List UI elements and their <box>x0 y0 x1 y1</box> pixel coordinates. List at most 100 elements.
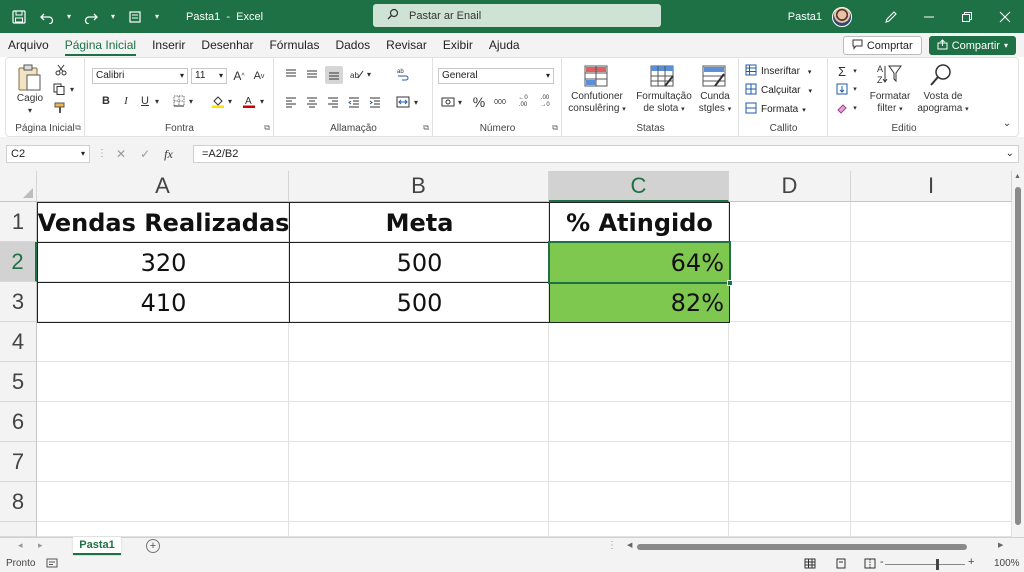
scroll-up-icon[interactable]: ▲ <box>1014 173 1021 180</box>
cut-icon[interactable] <box>54 63 68 77</box>
redo-icon[interactable] <box>80 6 102 28</box>
empty-cell[interactable] <box>549 402 729 442</box>
empty-cell[interactable] <box>37 442 289 482</box>
column-header-i[interactable]: I <box>851 171 1012 202</box>
select-all-button[interactable] <box>0 171 37 202</box>
find-select-button[interactable]: Vosta de apograma ▾ <box>915 91 971 116</box>
sort-filter-button[interactable]: Formatar filter ▾ <box>867 91 913 116</box>
pen-icon[interactable] <box>872 0 910 33</box>
zoom-level[interactable]: 100% <box>994 558 1020 569</box>
vertical-scrollbar[interactable]: ▲ <box>1012 171 1024 537</box>
cell-b3[interactable]: 500 <box>289 282 550 323</box>
empty-cell[interactable] <box>851 322 1012 362</box>
empty-cell[interactable] <box>851 242 1012 282</box>
empty-cell[interactable] <box>549 322 729 362</box>
add-sheet-icon[interactable]: + <box>146 539 160 553</box>
scroll-right-icon[interactable]: ▸ <box>38 540 43 551</box>
tab-formulas[interactable]: Fórmulas <box>261 33 327 57</box>
row-header-7[interactable]: 7 <box>0 442 37 482</box>
empty-cell[interactable] <box>851 282 1012 322</box>
format-cells-button[interactable]: Formata ▾ <box>745 102 806 117</box>
align-middle-icon[interactable] <box>305 66 319 82</box>
decrease-indent-icon[interactable] <box>347 94 361 110</box>
find-select-icon[interactable] <box>928 62 958 90</box>
normal-view-icon[interactable] <box>804 558 816 572</box>
column-header-b[interactable]: B <box>289 171 549 202</box>
column-header-a[interactable]: A <box>37 171 289 202</box>
empty-cell[interactable] <box>289 442 549 482</box>
align-bottom-icon[interactable] <box>325 66 343 84</box>
align-right-icon[interactable] <box>326 94 340 110</box>
empty-cell[interactable] <box>729 522 851 537</box>
empty-cell[interactable] <box>37 482 289 522</box>
cell-styles-button[interactable]: Cunda stgles ▾ <box>695 91 735 116</box>
dialog-launcher-icon[interactable]: ⧉ <box>423 123 429 133</box>
chevron-down-icon[interactable]: ▾ <box>187 94 195 108</box>
comma-style-icon[interactable]: 000 <box>492 94 508 110</box>
clear-icon[interactable] <box>835 101 849 115</box>
insert-function-icon[interactable]: fx <box>164 147 173 162</box>
enter-icon[interactable]: ✓ <box>140 147 150 161</box>
wrap-text-icon[interactable]: ab <box>395 66 411 82</box>
save-icon[interactable] <box>8 6 30 28</box>
conditional-formatting-icon[interactable] <box>583 64 613 92</box>
increase-font-icon[interactable]: A ^ <box>232 68 246 84</box>
number-format-dropdown[interactable]: General ▾ <box>438 68 554 84</box>
comments-button[interactable]: Comprtar <box>842 36 922 55</box>
chevron-down-icon[interactable]: ⌄ <box>1006 146 1014 162</box>
empty-cell[interactable] <box>729 362 851 402</box>
accounting-format-icon[interactable] <box>440 94 456 110</box>
format-as-table-icon[interactable] <box>649 64 679 92</box>
increase-decimal-icon[interactable]: ←0.00 <box>514 94 532 110</box>
tab-inserir[interactable]: Inserir <box>144 33 193 57</box>
autosum-icon[interactable]: Σ <box>835 64 849 79</box>
empty-cell[interactable] <box>729 402 851 442</box>
tab-ajuda[interactable]: Ajuda <box>481 33 528 57</box>
horizontal-scrollbar[interactable] <box>627 543 997 551</box>
align-left-icon[interactable] <box>284 94 298 110</box>
close-icon[interactable] <box>986 0 1024 33</box>
ribbon-collapse-icon[interactable]: ⌄ <box>1000 116 1014 130</box>
dialog-launcher-icon[interactable]: ⧉ <box>75 123 81 133</box>
user-name[interactable]: Pasta1 <box>788 11 822 23</box>
empty-cell[interactable] <box>37 322 289 362</box>
paste-icon[interactable] <box>16 63 46 91</box>
empty-cell[interactable] <box>729 202 851 242</box>
font-name-dropdown[interactable]: Calibri ▾ <box>92 68 188 84</box>
underline-icon[interactable]: U <box>139 94 151 108</box>
delete-cells-button[interactable]: Calçuitar ▾ <box>745 83 812 98</box>
tab-arquivo[interactable]: Arquivo <box>0 33 57 57</box>
bold-icon[interactable]: B <box>100 94 112 108</box>
chevron-down-icon[interactable]: ▾ <box>68 82 76 96</box>
row-header-1[interactable]: 1 <box>0 202 37 242</box>
column-header-c[interactable]: C <box>549 171 729 202</box>
empty-cell[interactable] <box>729 282 851 322</box>
empty-cell[interactable] <box>549 482 729 522</box>
borders-icon[interactable] <box>172 94 186 108</box>
hscroll-right-icon[interactable]: ▶ <box>998 541 1003 549</box>
empty-cell[interactable] <box>729 442 851 482</box>
search-box[interactable]: Pastar ar Enail <box>373 4 661 27</box>
cell-styles-icon[interactable] <box>701 64 731 92</box>
fill-handle[interactable] <box>727 280 733 286</box>
align-top-icon[interactable] <box>284 66 298 82</box>
empty-cell[interactable] <box>289 362 549 402</box>
zoom-out-icon[interactable]: - <box>880 556 884 568</box>
empty-cell[interactable] <box>851 362 1012 402</box>
page-layout-icon[interactable] <box>835 558 847 572</box>
cell-a1[interactable]: Vendas Realizadas <box>37 202 290 243</box>
format-as-table-button[interactable]: Formultação de slota ▾ <box>633 91 695 116</box>
empty-cell[interactable] <box>851 442 1012 482</box>
empty-cell[interactable] <box>37 362 289 402</box>
cell-b2[interactable]: 500 <box>289 242 550 283</box>
row-header-4[interactable]: 4 <box>0 322 37 362</box>
chevron-down-icon[interactable]: ▾ <box>24 105 36 117</box>
tab-exibir[interactable]: Exibir <box>435 33 481 57</box>
dialog-launcher-icon[interactable]: ⧉ <box>264 123 270 133</box>
chevron-down-icon[interactable]: ▾ <box>412 94 420 110</box>
chevron-down-icon[interactable]: ▾ <box>64 6 74 28</box>
empty-cell[interactable] <box>851 522 1012 537</box>
chevron-down-icon[interactable]: ▾ <box>365 66 373 82</box>
row-header-9[interactable] <box>0 522 37 537</box>
decrease-decimal-icon[interactable]: .00 →0 <box>536 94 554 110</box>
